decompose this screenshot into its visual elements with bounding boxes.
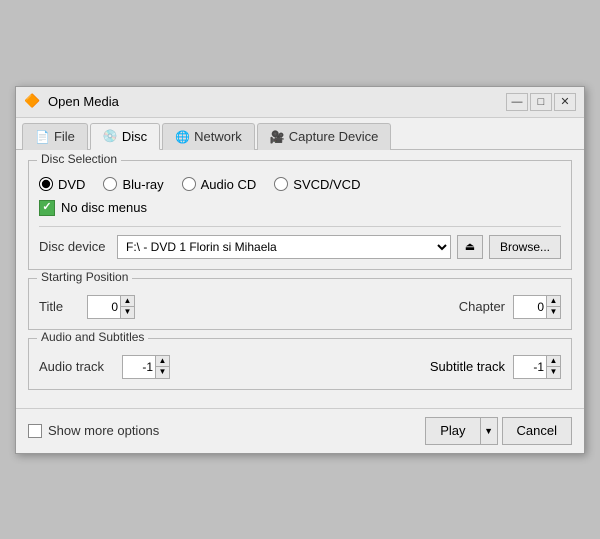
starting-position-title: Starting Position [37, 270, 132, 284]
network-tab-icon: 🌐 [175, 130, 190, 144]
disc-tab-icon: 💿 [103, 129, 118, 143]
title-bar-left: 🔶 Open Media [24, 93, 119, 111]
vlc-icon: 🔶 [24, 93, 42, 111]
svcd-label: SVCD/VCD [293, 177, 360, 192]
chapter-spinner: 0 ▲ ▼ [513, 295, 561, 319]
show-more-options[interactable]: Show more options [28, 423, 159, 438]
open-media-window: 🔶 Open Media — □ ✕ 📄 File 💿 Disc 🌐 Netwo… [15, 86, 585, 454]
position-row: Title 0 ▲ ▼ Chapter 0 ▲ [39, 295, 561, 319]
chapter-position-item: Chapter 0 ▲ ▼ [459, 295, 561, 319]
play-button[interactable]: Play [425, 417, 479, 445]
audio-track-input[interactable]: -1 [123, 356, 155, 378]
audiocd-label: Audio CD [201, 177, 257, 192]
no-disc-menus-label: No disc menus [61, 200, 147, 215]
title-up-button[interactable]: ▲ [121, 296, 134, 308]
audio-row: Audio track -1 ▲ ▼ Subtitle track -1 [39, 355, 561, 379]
tab-network[interactable]: 🌐 Network [162, 123, 255, 150]
tab-disc[interactable]: 💿 Disc [90, 123, 160, 150]
chapter-input[interactable]: 0 [514, 296, 546, 318]
main-content: Disc Selection DVD Blu-ray Audio CD SV [16, 150, 584, 408]
title-spinner-buttons: ▲ ▼ [120, 296, 134, 318]
chapter-up-button[interactable]: ▲ [547, 296, 560, 308]
tab-capture-label: Capture Device [289, 129, 379, 144]
tabs-bar: 📄 File 💿 Disc 🌐 Network 🎥 Capture Device [16, 118, 584, 150]
subtitle-track-input[interactable]: -1 [514, 356, 546, 378]
dropdown-arrow-icon: ▼ [484, 426, 493, 436]
audiocd-radio-item[interactable]: Audio CD [182, 177, 257, 192]
disc-selection-group: Disc Selection DVD Blu-ray Audio CD SV [28, 160, 572, 270]
bluray-radio-item[interactable]: Blu-ray [103, 177, 163, 192]
svcd-radio-item[interactable]: SVCD/VCD [274, 177, 360, 192]
subtitle-spinner-buttons: ▲ ▼ [546, 356, 560, 378]
title-spinner: 0 ▲ ▼ [87, 295, 135, 319]
close-button[interactable]: ✕ [554, 93, 576, 111]
eject-button[interactable]: ⏏ [457, 235, 483, 259]
title-pos-label: Title [39, 299, 79, 314]
tab-disc-label: Disc [122, 129, 147, 144]
device-label: Disc device [39, 239, 111, 254]
window-title: Open Media [48, 94, 119, 109]
title-bar: 🔶 Open Media — □ ✕ [16, 87, 584, 118]
maximize-button[interactable]: □ [530, 93, 552, 111]
subtitle-track-item: Subtitle track -1 ▲ ▼ [430, 355, 561, 379]
eject-icon: ⏏ [465, 240, 475, 253]
no-disc-menus-row: ✓ No disc menus [39, 200, 561, 216]
play-dropdown-button[interactable]: ▼ [480, 417, 498, 445]
starting-position-group: Starting Position Title 0 ▲ ▼ Chapter [28, 278, 572, 330]
audiocd-radio[interactable] [182, 177, 196, 191]
file-tab-icon: 📄 [35, 130, 50, 144]
title-buttons: — □ ✕ [506, 93, 576, 111]
subtitle-track-spinner: -1 ▲ ▼ [513, 355, 561, 379]
audio-down-button[interactable]: ▼ [156, 367, 169, 378]
show-more-label: Show more options [48, 423, 159, 438]
subtitle-down-button[interactable]: ▼ [547, 367, 560, 378]
audio-spinner-buttons: ▲ ▼ [155, 356, 169, 378]
dvd-label: DVD [58, 177, 85, 192]
cancel-button[interactable]: Cancel [502, 417, 572, 445]
bottom-bar: Show more options Play ▼ Cancel [16, 408, 584, 453]
device-select[interactable]: F:\ - DVD 1 Florin si Mihaela [117, 235, 451, 259]
audio-subtitles-group: Audio and Subtitles Audio track -1 ▲ ▼ S… [28, 338, 572, 390]
tab-network-label: Network [194, 129, 242, 144]
dvd-radio[interactable] [39, 177, 53, 191]
chapter-spinner-buttons: ▲ ▼ [546, 296, 560, 318]
chapter-pos-label: Chapter [459, 299, 505, 314]
bluray-label: Blu-ray [122, 177, 163, 192]
tab-capture[interactable]: 🎥 Capture Device [257, 123, 392, 150]
audio-track-item: Audio track -1 ▲ ▼ [39, 355, 170, 379]
browse-button[interactable]: Browse... [489, 235, 561, 259]
title-position-item: Title 0 ▲ ▼ [39, 295, 135, 319]
disc-selection-title: Disc Selection [37, 152, 121, 166]
audio-subtitles-title: Audio and Subtitles [37, 330, 148, 344]
title-down-button[interactable]: ▼ [121, 307, 134, 318]
audio-track-label: Audio track [39, 359, 114, 374]
minimize-button[interactable]: — [506, 93, 528, 111]
chapter-down-button[interactable]: ▼ [547, 307, 560, 318]
tab-file-label: File [54, 129, 75, 144]
audio-track-spinner: -1 ▲ ▼ [122, 355, 170, 379]
disc-type-radio-row: DVD Blu-ray Audio CD SVCD/VCD [39, 177, 561, 192]
svcd-radio[interactable] [274, 177, 288, 191]
subtitle-up-button[interactable]: ▲ [547, 356, 560, 368]
capture-tab-icon: 🎥 [270, 130, 285, 144]
dvd-radio-item[interactable]: DVD [39, 177, 85, 192]
bottom-buttons: Play ▼ Cancel [425, 417, 572, 445]
tab-file[interactable]: 📄 File [22, 123, 88, 150]
checkmark-icon: ✓ [42, 202, 51, 213]
audio-up-button[interactable]: ▲ [156, 356, 169, 368]
no-disc-menus-checkbox[interactable]: ✓ [39, 200, 55, 216]
show-more-checkbox[interactable] [28, 424, 42, 438]
disc-device-row: Disc device F:\ - DVD 1 Florin si Mihael… [39, 226, 561, 259]
title-input[interactable]: 0 [88, 296, 120, 318]
bluray-radio[interactable] [103, 177, 117, 191]
subtitle-track-label: Subtitle track [430, 359, 505, 374]
